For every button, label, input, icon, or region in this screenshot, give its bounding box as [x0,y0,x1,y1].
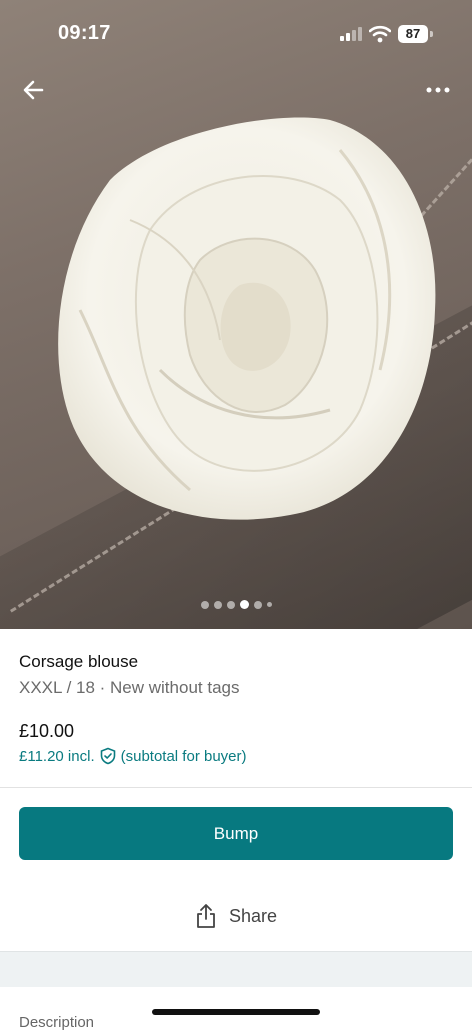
status-time: 09:17 [58,22,111,44]
buyer-protection-shield-icon [100,747,115,765]
gallery-dot[interactable] [200,600,209,609]
gallery-dot[interactable] [253,600,262,609]
item-size-condition: XXXL / 18 · New without tags [19,678,240,697]
buyer-price-value: £11.20 incl. [19,747,95,765]
battery-tip [430,31,433,37]
buyer-price-link[interactable]: £11.20 incl. (subtotal for buyer) [19,747,247,765]
item-price: £10.00 [19,721,75,741]
gallery-pagination [0,600,472,609]
cellular-signal-icon [340,27,362,41]
share-label: Share [228,905,278,926]
gallery-dot-active[interactable] [239,600,249,609]
more-horizontal-icon [426,87,450,93]
back-button[interactable] [18,74,50,106]
battery-icon: 87 [398,25,428,43]
home-indicator[interactable] [152,1009,320,1015]
more-options-button[interactable] [420,78,456,102]
section-divider [0,787,472,788]
product-image-gallery[interactable]: 09:17 87 [0,0,472,629]
product-photo [58,117,436,520]
arrow-left-icon [23,80,44,100]
gallery-dot[interactable] [266,602,272,607]
bump-button[interactable]: Bump [19,807,453,860]
gallery-dot[interactable] [213,600,222,609]
section-separator [0,951,472,987]
description-heading: Description [19,1014,95,1031]
buyer-price-note: (subtotal for buyer) [120,747,247,765]
status-bar: 09:17 87 [0,0,472,60]
gallery-dot[interactable] [226,600,235,609]
wifi-icon [369,25,391,43]
item-title: Corsage blouse [19,652,139,671]
share-icon [197,904,215,928]
share-button[interactable]: Share [0,890,472,942]
